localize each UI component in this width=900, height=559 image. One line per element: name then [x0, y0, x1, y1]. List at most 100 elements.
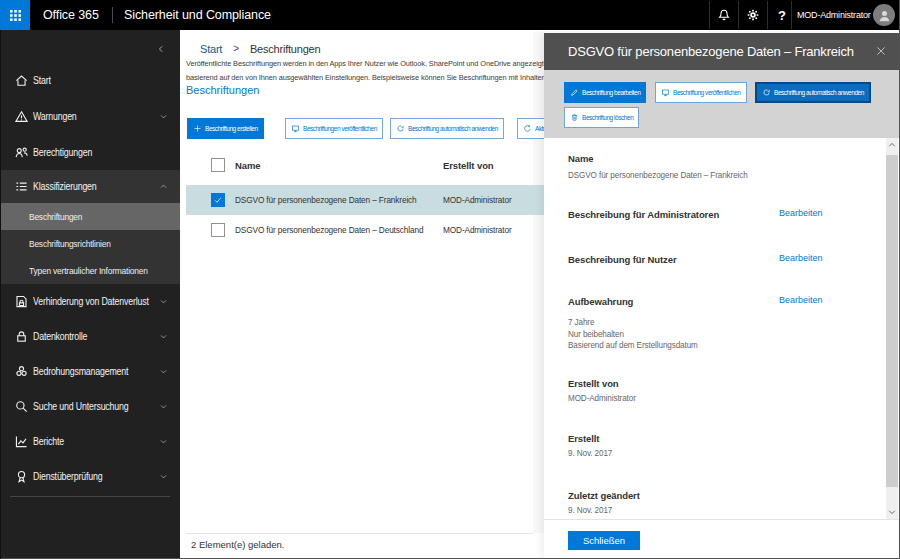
beschriftung-automatisch-anwenden-button[interactable]: Beschriftung automatisch anwenden [755, 82, 871, 103]
beschriftung-erstellen-button[interactable]: Beschriftung erstellen [187, 118, 264, 139]
chevron-left-icon [156, 44, 166, 54]
permissions-icon [14, 145, 29, 160]
app-title: Sicherheit und Compliance [124, 0, 271, 30]
classifications-icon [14, 179, 29, 194]
row-checkbox[interactable] [211, 193, 225, 207]
publish-icon [291, 124, 300, 133]
beschriftungen-veroeffentlichen-button[interactable]: Beschriftungen veröffentlichen [285, 118, 383, 139]
beschriftung-bearbeiten-button[interactable]: Beschriftung bearbeiten [564, 82, 646, 103]
section-value: Basierend auf dem Erstellungsdatum [568, 340, 698, 350]
section-label-beschreibung-fuer-administratoren: Beschreibung für Administratoren [568, 209, 719, 220]
scrollbar-thumb[interactable] [886, 155, 898, 487]
chevron-down-icon [159, 472, 168, 481]
warning-icon [14, 109, 29, 124]
badge-icon [14, 469, 29, 484]
section-value: 9. Nov. 2017 [568, 505, 612, 515]
autoapply-icon [762, 88, 771, 97]
sidebar-item-berichte[interactable]: Berichte [0, 424, 180, 459]
chart-icon [14, 434, 29, 449]
avatar[interactable] [873, 4, 895, 26]
panel-scrollbar[interactable] [886, 138, 898, 519]
sidebar-collapse-button[interactable] [150, 38, 172, 60]
intro-link[interactable]: Beschriftungen [186, 84, 259, 96]
bell-icon [717, 8, 731, 22]
sidebar-item-beschriftungen[interactable]: Beschriftungen [0, 203, 180, 230]
column-header-created-by[interactable]: Erstellt von [443, 160, 494, 171]
row-created-by: MOD-Administrator [443, 194, 512, 205]
section-label-erstellt-von: Erstellt von [568, 378, 619, 389]
scroll-up-icon[interactable] [886, 138, 898, 152]
beschriftung-automatisch-anwenden-button[interactable]: Beschriftung automatisch anwenden [390, 118, 504, 139]
window-border-left [0, 30, 1, 559]
row-name: DSGVO für personenbezogene Daten – Frank… [235, 194, 417, 205]
section-label-zuletzt-geaendert: Zuletzt geändert [568, 490, 640, 501]
section-label-erstellt: Erstellt [568, 433, 599, 444]
settings-button[interactable] [739, 0, 767, 30]
bearbeiten-link-beschreibung-fuer-administratoren[interactable]: Bearbeiten [779, 208, 823, 218]
chevron-down-icon [159, 297, 168, 306]
sidebar-item-beschriftungsrichtlinien[interactable]: Beschriftungsrichtlinien [0, 230, 180, 257]
panel-close-button[interactable] [875, 45, 888, 58]
section-value: Nur beibehalten [568, 329, 624, 339]
beschriftung-loeschen-button[interactable]: Beschriftung löschen [564, 107, 639, 128]
notifications-button[interactable] [710, 0, 738, 30]
brand-title[interactable]: Office 365 [43, 0, 99, 30]
panel-content: NameDSGVO für personenbezogene Daten – F… [544, 138, 899, 519]
panel-toolbar: Beschriftung bearbeiten Beschriftung verö… [544, 70, 899, 138]
sidebar-item-dienstueberpruefung[interactable]: Dienstüberprüfung [0, 459, 180, 494]
chevron-down-icon [159, 367, 168, 376]
app-launcher-button[interactable] [0, 0, 30, 30]
dlp-icon [14, 294, 29, 309]
topbar-divider [791, 1, 792, 29]
sidebar-item-suche-und-untersuchung[interactable]: Suche und Untersuchung [0, 389, 180, 424]
breadcrumb-start-link[interactable]: Start [200, 43, 222, 55]
table-row[interactable]: DSGVO für personenbezogene Daten – Deuts… [186, 215, 544, 245]
sidebar-item-typen-vertraulicher-informationen[interactable]: Typen vertraulicher Informationen [0, 257, 180, 284]
section-label-aufbewahrung: Aufbewahrung [568, 296, 633, 307]
main-scrollbar-track[interactable] [533, 32, 544, 533]
chevron-down-icon [159, 332, 168, 341]
chevron-up-icon [159, 182, 168, 191]
panel-title: DSGVO für personenbezogene Daten – Frank… [568, 44, 854, 59]
table-row[interactable]: DSGVO für personenbezogene Daten – Frank… [186, 185, 544, 215]
row-checkbox[interactable] [211, 223, 225, 237]
breadcrumb-current: Beschriftungen [250, 43, 321, 55]
close-panel-button[interactable]: Schließen [568, 531, 640, 550]
select-all-checkbox[interactable] [211, 158, 225, 172]
breadcrumb: Start > Beschriftungen [200, 41, 320, 56]
row-created-by: MOD-Administrator [443, 224, 512, 235]
sidebar-item-start[interactable]: Start [0, 62, 180, 98]
close-icon [875, 45, 888, 57]
scroll-down-icon[interactable] [886, 505, 898, 519]
bearbeiten-link-aufbewahrung[interactable]: Bearbeiten [779, 295, 823, 305]
waffle-icon [9, 9, 22, 22]
bearbeiten-link-beschreibung-fuer-nutzer[interactable]: Bearbeiten [779, 253, 823, 263]
sidebar-item-verhinderung-von-datenverlust[interactable]: Verhinderung von Datenverlust [0, 284, 180, 319]
sidebar-divider [10, 496, 170, 497]
user-name[interactable]: MOD-Administrator [797, 0, 871, 30]
details-panel: DSGVO für personenbezogene Daten – Frank… [544, 33, 899, 558]
column-header-name[interactable]: Name [235, 160, 260, 171]
sidebar-item-klassifizierungen[interactable]: Klassifizierungen [0, 170, 180, 203]
sidebar-item-bedrohungsmanagement[interactable]: Bedrohungsmanagement [0, 354, 180, 389]
section-label-beschreibung-fuer-nutzer: Beschreibung für Nutzer [568, 254, 677, 265]
sidebar-item-warnungen[interactable]: Warnungen [0, 98, 180, 134]
row-name: DSGVO für personenbezogene Daten – Deuts… [235, 224, 423, 235]
search-icon [14, 399, 29, 414]
lock-icon [14, 329, 29, 344]
sidebar-nav: StartWarnungenBerechtigungenKlassifizier… [0, 30, 180, 559]
beschriftung-veroeffentlichen-button[interactable]: Beschriftung veröffentlichen [655, 82, 747, 103]
sidebar-item-berechtigungen[interactable]: Berechtigungen [0, 134, 180, 170]
section-label-name: Name [568, 153, 593, 164]
autoapply-icon [396, 124, 405, 133]
biohazard-icon [14, 364, 29, 379]
sidebar-item-datenkontrolle[interactable]: Datenkontrolle [0, 319, 180, 354]
edit-icon [570, 88, 579, 97]
publish-icon [661, 88, 670, 97]
status-divider [186, 533, 533, 534]
home-icon [14, 73, 29, 88]
section-value: MOD-Administrator [568, 393, 636, 403]
refresh-icon [523, 124, 532, 133]
chevron-down-icon [159, 112, 168, 121]
gear-icon [746, 8, 760, 22]
